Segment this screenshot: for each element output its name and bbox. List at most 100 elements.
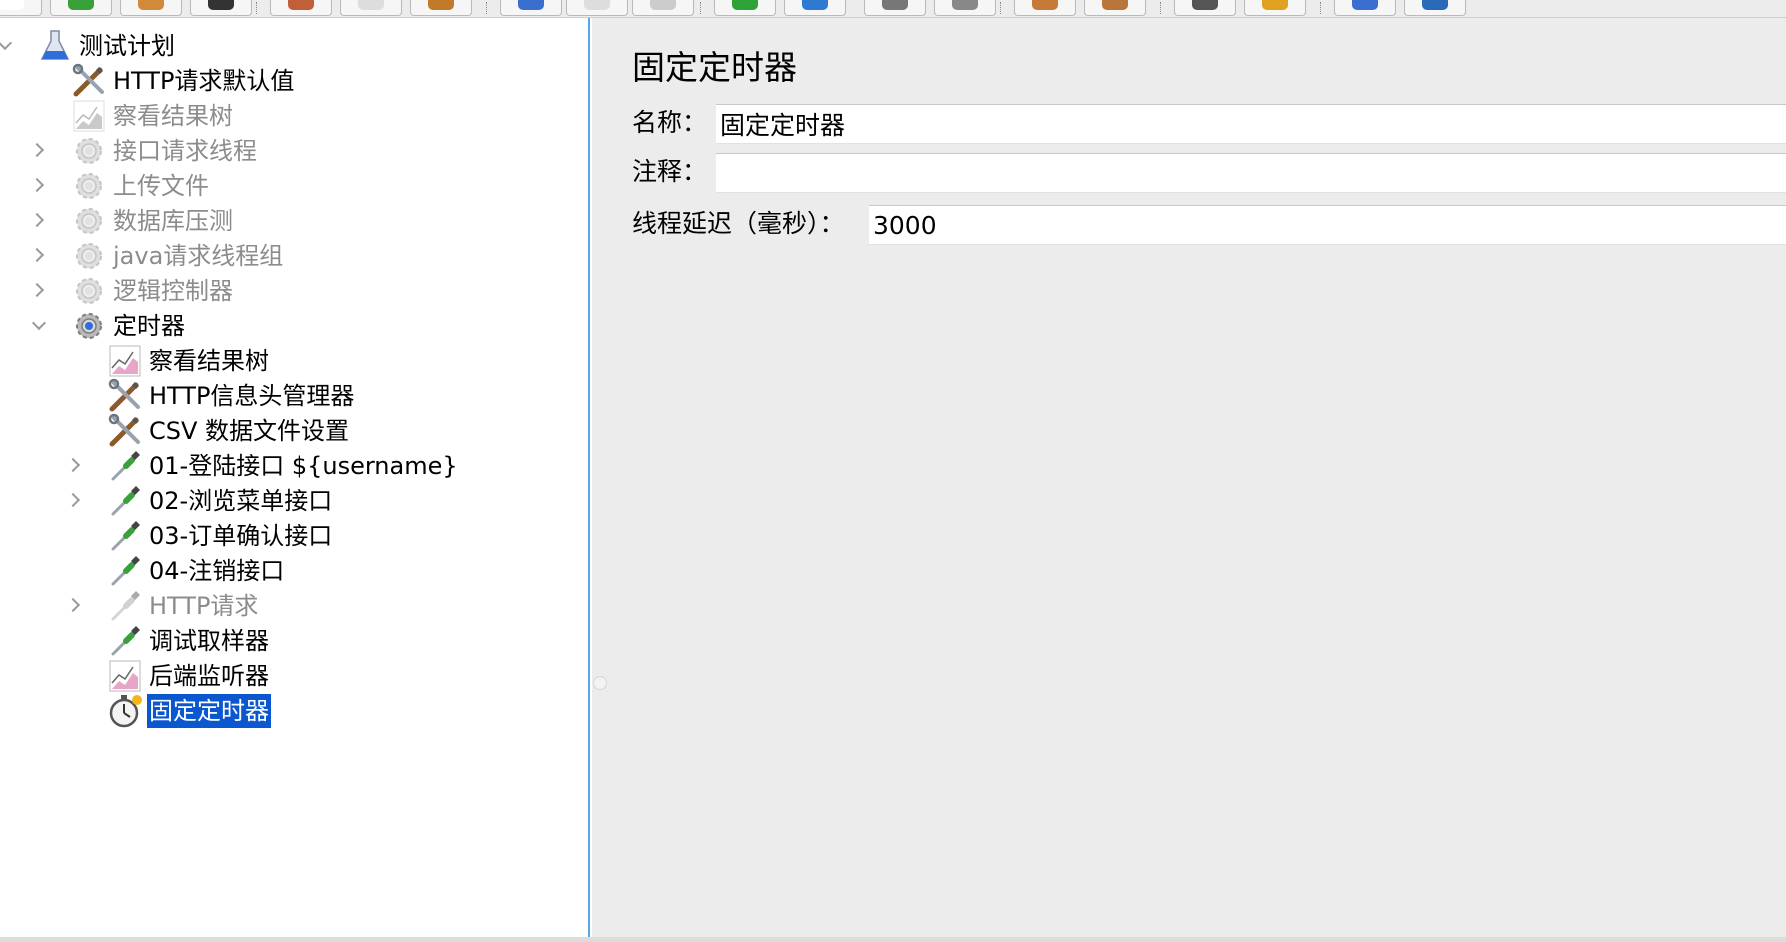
tree-node-label: 04-注销接口 — [149, 557, 285, 585]
tree-node-label: 02-浏览菜单接口 — [149, 487, 333, 515]
new-button[interactable] — [0, 0, 42, 16]
collapse-chevron-icon[interactable] — [29, 247, 45, 263]
tree-node-label: 接口请求线程 — [113, 137, 257, 165]
collapse-chevron-icon[interactable] — [65, 597, 81, 613]
expand-button[interactable] — [500, 0, 562, 16]
stop-button[interactable] — [864, 0, 926, 16]
tree-node[interactable]: 04-注销接口 — [0, 551, 286, 591]
tree-node[interactable]: 调试取样器 — [0, 621, 271, 661]
start-no-pause-button[interactable] — [784, 0, 846, 16]
sampler-pipette-icon — [106, 517, 144, 555]
thread-group-gear-icon — [70, 307, 108, 345]
bottom-edge — [0, 937, 1786, 942]
config-tools-icon — [70, 62, 108, 100]
tree-node-label: 逻辑控制器 — [113, 277, 233, 305]
tree-node[interactable]: java请求线程组 — [0, 236, 285, 276]
sampler-pipette-icon — [106, 552, 144, 590]
toggle-icon — [650, 0, 676, 10]
tree-node[interactable]: HTTP信息头管理器 — [0, 376, 356, 416]
tree-node[interactable]: 后端监听器 — [0, 656, 271, 696]
tree-node[interactable]: CSV 数据文件设置 — [0, 411, 351, 451]
collapse-button[interactable] — [566, 0, 628, 16]
tree-node[interactable]: HTTP请求 — [0, 586, 260, 626]
collapse-chevron-icon[interactable] — [65, 492, 81, 508]
open-button[interactable] — [120, 0, 182, 16]
tree-node[interactable]: 定时器 — [0, 306, 187, 346]
search-button[interactable] — [1174, 0, 1236, 16]
tree-node[interactable]: 数据库压测 — [0, 201, 235, 241]
sampler-pipette-icon — [106, 447, 144, 485]
test-plan-tree: 测试计划 HTTP请求默认值 察看结果树 接口请求线程 上传文件 数据库压测 java请求线… — [0, 18, 590, 942]
tree-node[interactable]: 固定定时器 — [0, 691, 271, 731]
collapse-chevron-icon[interactable] — [29, 212, 45, 228]
start-button[interactable] — [714, 0, 776, 16]
templates-icon — [68, 0, 94, 10]
tree-node-label: 固定定时器 — [147, 694, 271, 728]
collapse-chevron-icon[interactable] — [29, 177, 45, 193]
timer-stopwatch-icon — [106, 692, 144, 730]
tree-node[interactable]: 察看结果树 — [0, 341, 271, 381]
thread-delay-field[interactable] — [869, 205, 1786, 245]
comment-label: 注释： — [632, 157, 708, 186]
tree-node-label: CSV 数据文件设置 — [149, 417, 350, 445]
shutdown-button[interactable] — [934, 0, 996, 16]
collapse-chevron-icon[interactable] — [29, 142, 45, 158]
tree-node[interactable]: 03-订单确认接口 — [0, 516, 334, 556]
sampler-pipette-icon — [106, 482, 144, 520]
tree-node-label: HTTP请求默认值 — [113, 67, 295, 95]
toolbar-separator — [1320, 2, 1323, 14]
thread-group-gear-icon — [70, 167, 108, 205]
config-tools-icon — [106, 412, 144, 450]
toolbar-separator — [256, 2, 259, 14]
tree-node[interactable]: HTTP请求默认值 — [0, 61, 296, 101]
templates-button[interactable] — [50, 0, 112, 16]
save-button[interactable] — [190, 0, 252, 16]
help-button[interactable] — [1404, 0, 1466, 16]
thread-group-gear-icon — [70, 202, 108, 240]
toolbar-separator — [1000, 2, 1003, 14]
tree-node-label: 定时器 — [113, 312, 185, 340]
toolbar — [0, 0, 1786, 18]
listener-chart-icon — [106, 657, 144, 695]
tree-node-label: 03-订单确认接口 — [149, 522, 333, 550]
expand-icon — [518, 0, 544, 10]
save-icon — [208, 0, 234, 10]
toolbar-separator — [700, 2, 703, 14]
reset-search-button[interactable] — [1244, 0, 1306, 16]
tree-node[interactable]: 逻辑控制器 — [0, 271, 235, 311]
sampler-pipette-icon — [106, 587, 144, 625]
toggle-button[interactable] — [632, 0, 694, 16]
thread-delay-label: 线程延迟（毫秒）： — [632, 209, 845, 238]
toolbar-separator — [1160, 2, 1163, 14]
paste-button[interactable] — [410, 0, 472, 16]
clear-all-button[interactable] — [1084, 0, 1146, 16]
toolbar-separator — [486, 2, 489, 14]
collapse-chevron-icon[interactable] — [65, 457, 81, 473]
expand-chevron-icon[interactable] — [31, 315, 47, 331]
copy-icon — [358, 0, 384, 10]
splitter-handle[interactable] — [593, 676, 607, 690]
tree-node[interactable]: 02-浏览菜单接口 — [0, 481, 334, 521]
clear-button[interactable] — [1014, 0, 1076, 16]
tree-node-label: 上传文件 — [113, 172, 209, 200]
tree-node[interactable]: 01-登陆接口 ${username} — [0, 446, 460, 486]
collapse-chevron-icon[interactable] — [29, 282, 45, 298]
panel-title: 固定定时器 — [632, 48, 797, 87]
stop-icon — [882, 0, 908, 10]
tree-node[interactable]: 察看结果树 — [0, 96, 235, 136]
copy-button[interactable] — [340, 0, 402, 16]
function-helper-button[interactable] — [1334, 0, 1396, 16]
thread-group-gear-icon — [70, 272, 108, 310]
tree-node-label: 测试计划 — [79, 32, 175, 60]
tree-node[interactable]: 上传文件 — [0, 166, 211, 206]
tree-node[interactable]: 测试计划 — [0, 26, 177, 66]
tree-node-label: java请求线程组 — [113, 242, 284, 270]
start-icon — [732, 0, 758, 10]
comment-field[interactable] — [716, 153, 1786, 193]
help-icon — [1422, 0, 1448, 10]
tree-node[interactable]: 接口请求线程 — [0, 131, 259, 171]
cut-button[interactable] — [270, 0, 332, 16]
name-field[interactable] — [716, 104, 1786, 144]
expand-chevron-icon[interactable] — [0, 35, 13, 51]
function-helper-icon — [1352, 0, 1378, 10]
